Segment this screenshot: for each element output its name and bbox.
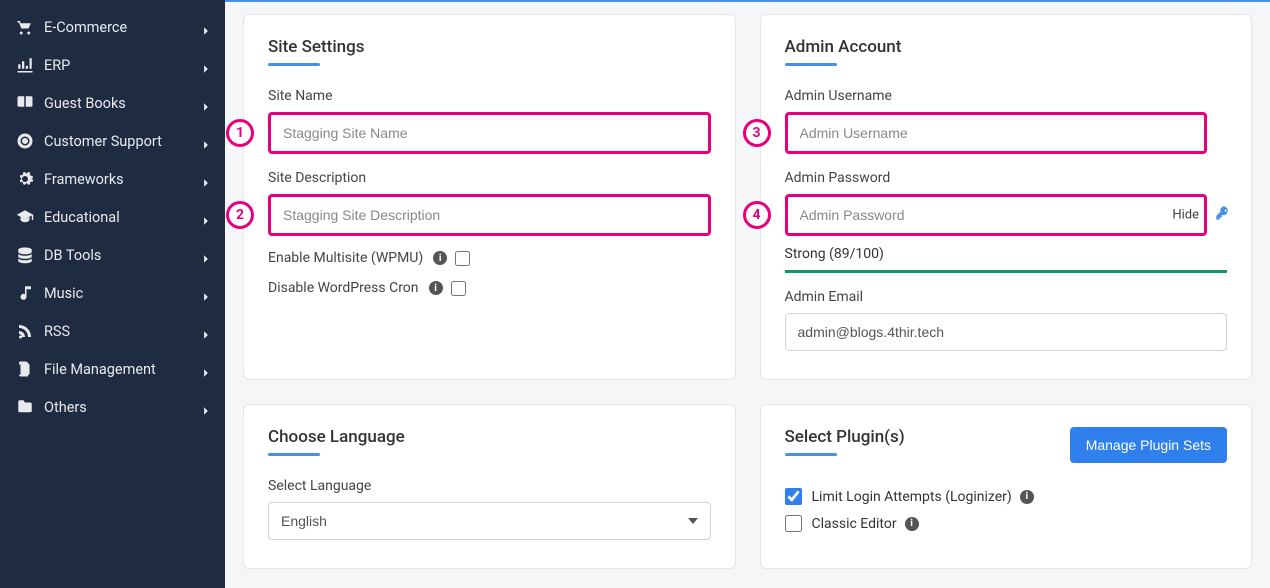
annotation-marker-2: 2: [226, 201, 254, 229]
manage-plugin-sets-button[interactable]: Manage Plugin Sets: [1070, 427, 1227, 463]
sidebar-item-label: Music: [44, 285, 201, 302]
language-select[interactable]: English: [268, 502, 711, 540]
info-icon[interactable]: i: [429, 281, 443, 295]
sidebar-item-support[interactable]: Customer Support: [0, 122, 225, 160]
disable-cron-label: Disable WordPress Cron: [268, 280, 419, 296]
site-desc-input[interactable]: [268, 194, 711, 236]
info-icon[interactable]: i: [1020, 490, 1034, 504]
card-title: Admin Account: [785, 37, 1228, 57]
bar-chart-icon: [16, 56, 34, 74]
sidebar-item-label: Others: [44, 399, 201, 416]
chevron-right-icon: [201, 137, 209, 145]
chevron-right-icon: [201, 251, 209, 259]
chevron-right-icon: [201, 327, 209, 335]
chevron-right-icon: [201, 213, 209, 221]
book-icon: [16, 94, 34, 112]
lifebuoy-icon: [16, 132, 34, 150]
sidebar-item-dbtools[interactable]: DB Tools: [0, 236, 225, 274]
annotation-marker-3: 3: [743, 119, 771, 147]
annotation-marker-1: 1: [226, 119, 254, 147]
title-underline: [268, 63, 320, 66]
disable-cron-checkbox[interactable]: [451, 281, 466, 296]
sidebar-item-label: RSS: [44, 323, 201, 340]
select-plugins-card: Select Plugin(s) Manage Plugin Sets Limi…: [760, 404, 1253, 569]
choose-language-card: Choose Language Select Language English: [243, 404, 736, 569]
sidebar-item-educational[interactable]: Educational: [0, 198, 225, 236]
site-settings-card: Site Settings Site Name 1 Site Descripti…: [243, 14, 736, 380]
plugin-label: Classic Editor: [812, 516, 897, 532]
card-title: Choose Language: [268, 427, 711, 447]
database-icon: [16, 246, 34, 264]
chevron-right-icon: [201, 175, 209, 183]
title-underline: [268, 453, 320, 456]
files-icon: [16, 360, 34, 378]
title-underline: [785, 63, 837, 66]
sidebar-item-label: File Management: [44, 361, 201, 378]
sidebar-item-label: Educational: [44, 209, 201, 226]
password-strength-text: Strong (89/100): [785, 246, 1228, 262]
gears-icon: [16, 170, 34, 188]
admin-account-card: Admin Account Admin Username 3 Admin Pas…: [760, 14, 1253, 380]
admin-email-label: Admin Email: [785, 289, 1228, 305]
card-title: Site Settings: [268, 37, 711, 57]
plugin-classic-editor-checkbox[interactable]: [785, 515, 802, 532]
cart-icon: [16, 18, 34, 36]
sidebar-item-label: DB Tools: [44, 247, 201, 264]
sidebar-item-filemgmt[interactable]: File Management: [0, 350, 225, 388]
chevron-right-icon: [201, 99, 209, 107]
chevron-right-icon: [201, 289, 209, 297]
site-name-label: Site Name: [268, 88, 711, 104]
grad-cap-icon: [16, 208, 34, 226]
admin-username-input[interactable]: [785, 112, 1208, 154]
site-desc-label: Site Description: [268, 170, 711, 186]
sidebar: E-Commerce ERP Guest Books Customer Supp…: [0, 0, 225, 588]
plugin-loginizer-checkbox[interactable]: [785, 488, 802, 505]
sidebar-item-label: E-Commerce: [44, 19, 201, 36]
main-content: Site Settings Site Name 1 Site Descripti…: [225, 0, 1270, 588]
admin-email-input[interactable]: [785, 313, 1228, 351]
sidebar-item-others[interactable]: Others: [0, 388, 225, 426]
sidebar-item-guestbooks[interactable]: Guest Books: [0, 84, 225, 122]
plugin-label: Limit Login Attempts (Loginizer): [812, 489, 1012, 505]
admin-password-input[interactable]: [785, 194, 1208, 236]
card-title: Select Plugin(s): [785, 427, 905, 447]
select-language-label: Select Language: [268, 478, 711, 494]
chevron-right-icon: [201, 365, 209, 373]
sidebar-item-rss[interactable]: RSS: [0, 312, 225, 350]
info-icon[interactable]: i: [433, 251, 447, 265]
sidebar-item-label: Guest Books: [44, 95, 201, 112]
sidebar-item-ecommerce[interactable]: E-Commerce: [0, 8, 225, 46]
admin-username-label: Admin Username: [785, 88, 1228, 104]
site-name-input[interactable]: [268, 112, 711, 154]
hide-password-button[interactable]: Hide: [1172, 208, 1199, 223]
key-icon[interactable]: [1215, 205, 1231, 225]
enable-multisite-checkbox[interactable]: [455, 251, 470, 266]
title-underline: [785, 453, 837, 456]
rss-icon: [16, 322, 34, 340]
info-icon[interactable]: i: [905, 517, 919, 531]
chevron-right-icon: [201, 403, 209, 411]
annotation-marker-4: 4: [743, 201, 771, 229]
folder-icon: [16, 398, 34, 416]
password-strength-bar: [785, 270, 1228, 273]
sidebar-item-frameworks[interactable]: Frameworks: [0, 160, 225, 198]
sidebar-item-erp[interactable]: ERP: [0, 46, 225, 84]
sidebar-item-label: Frameworks: [44, 171, 201, 188]
enable-multisite-label: Enable Multisite (WPMU): [268, 250, 423, 266]
chevron-right-icon: [201, 23, 209, 31]
sidebar-item-music[interactable]: Music: [0, 274, 225, 312]
admin-password-label: Admin Password: [785, 170, 1228, 186]
sidebar-item-label: ERP: [44, 57, 201, 74]
sidebar-item-label: Customer Support: [44, 133, 201, 150]
chevron-right-icon: [201, 61, 209, 69]
music-icon: [16, 284, 34, 302]
